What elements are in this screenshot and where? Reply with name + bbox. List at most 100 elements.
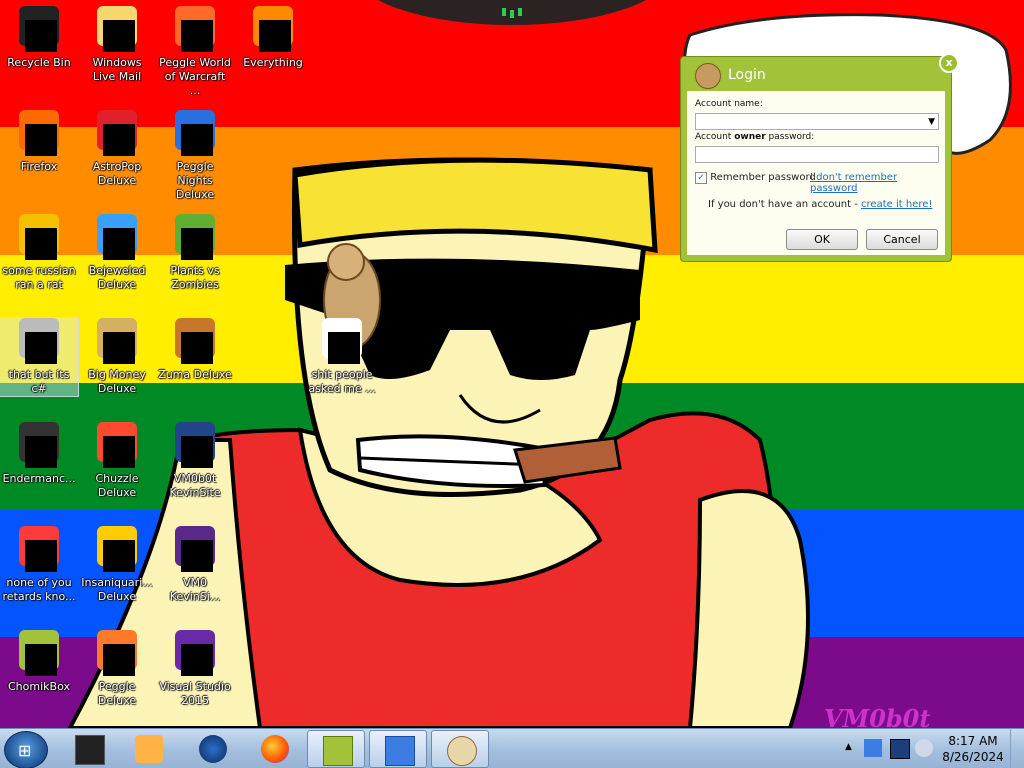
- show-desktop-button[interactable]: [1010, 729, 1024, 768]
- redaction-box: [103, 20, 135, 52]
- terminal-icon: [75, 735, 105, 765]
- network-icon[interactable]: [890, 739, 910, 759]
- desktop-icon[interactable]: Zuma Deluxe: [156, 318, 234, 382]
- no-account-text: If you don't have an account - create it…: [708, 199, 933, 210]
- desktop-icon-label: some russian ran a rat: [2, 264, 76, 291]
- desktop-icon[interactable]: Peggle World of Warcraft ...: [156, 6, 234, 98]
- app-icon: [19, 318, 59, 364]
- remember-password-checkbox[interactable]: ✓ Remember password: [695, 172, 816, 184]
- app-icon: [175, 6, 215, 52]
- clock-date: 8/26/2024: [942, 750, 1004, 764]
- desktop-icon[interactable]: Peggle Nights Deluxe: [156, 110, 234, 202]
- dialog-titlebar[interactable]: Login x: [681, 53, 959, 93]
- desktop-icon[interactable]: Everything: [234, 6, 312, 70]
- close-button[interactable]: x: [939, 53, 959, 73]
- media-player-icon: [135, 735, 163, 763]
- volume-icon[interactable]: [915, 739, 933, 757]
- redaction-box: [25, 332, 57, 364]
- show-hidden-icons-button[interactable]: ▲: [845, 742, 852, 752]
- globe-taskbar-button[interactable]: [184, 730, 242, 768]
- redaction-box: [25, 644, 57, 676]
- installer-icon: [385, 736, 415, 766]
- firefox-icon: [261, 735, 289, 763]
- desktop-icon-label: none of you retards kno...: [2, 576, 76, 603]
- desktop-icon-label: shit people asked me ...: [308, 368, 376, 395]
- installer-taskbar-button[interactable]: [369, 730, 427, 768]
- cancel-button[interactable]: Cancel: [866, 229, 938, 250]
- chevron-down-icon[interactable]: ▼: [928, 114, 935, 130]
- hamster-logo-icon: [695, 63, 721, 89]
- desktop-icon-label: Insaniquari... Deluxe: [81, 576, 153, 603]
- desktop-icon-label: Plants vs Zombies: [170, 264, 220, 291]
- clock[interactable]: 8:17 AM 8/26/2024: [940, 733, 1006, 765]
- firefox-taskbar-button[interactable]: [246, 730, 304, 768]
- redaction-box: [25, 228, 57, 260]
- redaction-box: [181, 332, 213, 364]
- desktop-icon-label: Visual Studio 2015: [159, 680, 231, 707]
- app-icon: [175, 318, 215, 364]
- desktop-icon[interactable]: Insaniquari... Deluxe: [78, 526, 156, 604]
- app-icon: [19, 110, 59, 156]
- app-icon: [97, 110, 137, 156]
- desktop-icon[interactable]: Visual Studio 2015: [156, 630, 234, 708]
- desktop-icon-label: VM0b0t KevinSite: [169, 472, 221, 499]
- media-player-taskbar-button[interactable]: [120, 730, 178, 768]
- app-icon: [97, 422, 137, 468]
- dialog-title: Login: [728, 67, 766, 83]
- account-name-label: Account name:: [695, 99, 763, 109]
- desktop-icon[interactable]: ChomikBox: [0, 630, 78, 694]
- desktop-icon-label: Zuma Deluxe: [158, 368, 232, 381]
- desktop-icon[interactable]: Plants vs Zombies: [156, 214, 234, 292]
- checkbox-checked-icon[interactable]: ✓: [695, 172, 707, 184]
- app-icon: [19, 630, 59, 676]
- desktop-icon[interactable]: some russian ran a rat: [0, 214, 78, 292]
- app-icon: [97, 318, 137, 364]
- globe-icon: [199, 735, 227, 763]
- create-account-link[interactable]: create it here!: [861, 199, 932, 210]
- desktop-icon[interactable]: Bejeweled Deluxe: [78, 214, 156, 292]
- desktop-icon-label: Everything: [243, 56, 303, 69]
- login-dialog: Login x Account name: ▼ Account owner pa…: [680, 53, 959, 262]
- desktop-icon-label: Peggle Deluxe: [97, 680, 137, 707]
- redaction-box: [103, 124, 135, 156]
- desktop-icon[interactable]: AstroPop Deluxe: [78, 110, 156, 188]
- desktop-icon[interactable]: Recycle Bin: [0, 6, 78, 70]
- redaction-box: [259, 20, 291, 52]
- app-icon: [97, 6, 137, 52]
- redaction-box: [103, 228, 135, 260]
- desktop-icon[interactable]: Peggle Deluxe: [78, 630, 156, 708]
- desktop-icon[interactable]: Endermanc...: [0, 422, 78, 486]
- desktop-icon[interactable]: VM0 KevinSi...: [156, 526, 234, 604]
- forgot-password-link[interactable]: I don't remember password: [810, 172, 945, 194]
- password-field[interactable]: [695, 146, 939, 163]
- desktop-icon[interactable]: Windows Live Mail: [78, 6, 156, 84]
- redaction-box: [181, 540, 213, 572]
- desktop-icon[interactable]: that but its c#: [0, 317, 79, 397]
- paint-taskbar-button[interactable]: [431, 730, 489, 768]
- app-icon: [253, 6, 293, 52]
- app-icon: [175, 110, 215, 156]
- desktop-icon[interactable]: shit people asked me ...: [303, 318, 381, 396]
- app-icon: [175, 214, 215, 260]
- windows-logo-icon: ⊞: [18, 741, 32, 760]
- desktop-icon[interactable]: Firefox: [0, 110, 78, 174]
- desktop-icon[interactable]: Chuzzle Deluxe: [78, 422, 156, 500]
- redaction-box: [25, 540, 57, 572]
- desktop-icon[interactable]: none of you retards kno...: [0, 526, 78, 604]
- desktop-icon-label: ChomikBox: [8, 680, 70, 693]
- ok-button[interactable]: OK: [786, 229, 858, 250]
- redaction-box: [181, 124, 213, 156]
- desktop-icon[interactable]: VM0b0t KevinSite: [156, 422, 234, 500]
- taskbar: ⊞ ▲ 8:17 AM 8/26/2024: [0, 728, 1024, 768]
- desktop-icon[interactable]: Big Money Deluxe: [78, 318, 156, 396]
- start-button[interactable]: ⊞: [4, 731, 48, 768]
- redaction-box: [25, 436, 57, 468]
- chomikbox-taskbar-button[interactable]: [307, 730, 365, 768]
- redaction-box: [103, 644, 135, 676]
- terminal-taskbar-button[interactable]: [60, 730, 118, 768]
- action-center-icon[interactable]: [864, 739, 882, 757]
- app-icon: [175, 422, 215, 468]
- app-icon: [97, 526, 137, 572]
- account-name-combobox[interactable]: ▼: [695, 113, 939, 130]
- desktop-icon-label: that but its c#: [8, 368, 70, 395]
